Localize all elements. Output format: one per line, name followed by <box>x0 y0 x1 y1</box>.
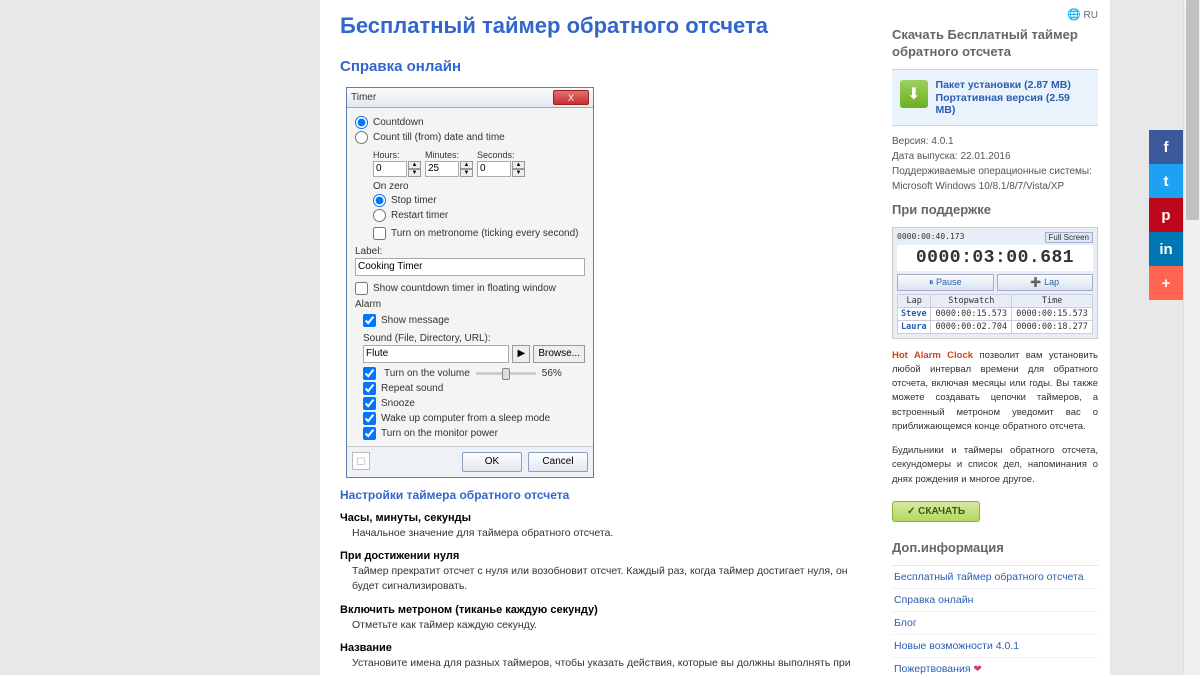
sec-1-h: При достижении нуля <box>340 550 860 562</box>
chk-metronome[interactable]: Turn on metronome (ticking every second) <box>373 227 585 240</box>
sound-label: Sound (File, Directory, URL): <box>363 333 585 344</box>
link-portable[interactable]: Портативная версия (2.59 MB) <box>936 92 1090 116</box>
page-title: Бесплатный таймер обратного отсчета <box>340 12 860 40</box>
sec-2-p: Отметьте как таймер каждую секунду. <box>352 618 860 633</box>
scrollbar[interactable] <box>1183 0 1200 675</box>
link-0[interactable]: Бесплатный таймер обратного отсчета <box>892 566 1098 589</box>
play-button[interactable]: ▶ <box>512 345 530 363</box>
sec-1-p: Таймер прекратит отсчет с нуля или возоб… <box>352 564 860 593</box>
radio-restart[interactable]: Restart timer <box>373 209 585 222</box>
chk-show-msg[interactable]: Show message <box>363 314 585 327</box>
volume-slider[interactable] <box>476 372 536 375</box>
seconds-input[interactable] <box>477 161 511 177</box>
promo-text: Hot Alarm Clock позволит вам установить … <box>892 349 1098 435</box>
pinterest-icon[interactable]: p <box>1149 198 1183 232</box>
sec-up[interactable]: ▲ <box>512 161 525 169</box>
lang-selector[interactable]: 🌐 RU <box>892 8 1098 21</box>
close-icon[interactable]: X <box>553 90 589 105</box>
chk-volume[interactable]: Turn on the volume 56% <box>363 367 585 380</box>
ok-button[interactable]: OK <box>462 452 522 472</box>
time-inputs: Hours: ▲▼ Minutes: ▲▼ Seconds: ▲▼ <box>373 150 585 177</box>
link-2[interactable]: Блог <box>892 612 1098 635</box>
social-bar: f t p in + <box>1149 130 1183 300</box>
label-label: Label: <box>355 246 585 257</box>
sec-3-p: Установите имена для разных таймеров, чт… <box>352 656 860 675</box>
support-heading: При поддержке <box>892 202 1098 219</box>
download-box: ⬇ Пакет установки (2.87 MB) Портативная … <box>892 69 1098 126</box>
stopwatch-preview[interactable]: 0000:00:40.173Full Screen 0000:03:00.681… <box>892 227 1098 339</box>
radio-countdown[interactable]: Countdown <box>355 116 585 129</box>
scrollbar-thumb[interactable] <box>1186 0 1199 220</box>
sec-2-h: Включить метроном (тиканье каждую секунд… <box>340 604 860 616</box>
chk-wake[interactable]: Wake up computer from a sleep mode <box>363 412 585 425</box>
chk-monitor[interactable]: Turn on the monitor power <box>363 427 585 440</box>
promo-text-2: Будильники и таймеры обратного отсчета, … <box>892 444 1098 487</box>
radio-count-till[interactable]: Count till (from) date and time <box>355 131 585 144</box>
min-up[interactable]: ▲ <box>460 161 473 169</box>
sec-0-p: Начальное значение для таймера обратного… <box>352 526 860 541</box>
settings-heading: Настройки таймера обратного отсчета <box>340 488 860 502</box>
sidebar: 🌐 RU Скачать Бесплатный таймер обратного… <box>880 0 1110 675</box>
volume-pct: 56% <box>542 368 562 379</box>
download-button[interactable]: ✓ СКАЧАТЬ <box>892 501 980 522</box>
lap-btn: ➕ Lap <box>997 274 1094 291</box>
download-heading: Скачать Бесплатный таймер обратного отсч… <box>892 27 1098 61</box>
heart-icon: ❤ <box>973 664 981 675</box>
sound-input[interactable] <box>363 345 509 363</box>
radio-stop[interactable]: Stop timer <box>373 194 585 207</box>
download-icon: ⬇ <box>900 80 928 108</box>
cancel-button[interactable]: Cancel <box>528 452 588 472</box>
bookmark-icon[interactable]: ◻ <box>352 452 370 470</box>
sec-3-h: Название <box>340 642 860 654</box>
dialog-title-text: Timer <box>351 92 553 103</box>
meta-info: Версия: 4.0.1 Дата выпуска: 22.01.2016 П… <box>892 134 1098 194</box>
twitter-icon[interactable]: t <box>1149 164 1183 198</box>
chk-snooze[interactable]: Snooze <box>363 397 585 410</box>
globe-icon: 🌐 <box>1067 9 1081 21</box>
hours-down[interactable]: ▼ <box>408 169 421 177</box>
browse-button[interactable]: Browse... <box>533 345 585 363</box>
facebook-icon[interactable]: f <box>1149 130 1183 164</box>
dialog-titlebar: Timer X <box>347 88 593 108</box>
more-info-heading: Доп.информация <box>892 540 1098 557</box>
min-down[interactable]: ▼ <box>460 169 473 177</box>
label-input[interactable] <box>355 258 585 276</box>
chk-floating[interactable]: Show countdown timer in floating window <box>355 282 585 295</box>
linkedin-icon[interactable]: in <box>1149 232 1183 266</box>
on-zero-label: On zero <box>373 181 585 192</box>
timer-dialog: Timer X Countdown Count till (from) date… <box>346 87 594 478</box>
link-installer[interactable]: Пакет установки (2.87 MB) <box>936 79 1090 91</box>
link-list: Бесплатный таймер обратного отсчета Спра… <box>892 565 1098 675</box>
minutes-input[interactable] <box>425 161 459 177</box>
link-1[interactable]: Справка онлайн <box>892 589 1098 612</box>
link-4[interactable]: Пожертвования ❤ <box>892 658 1098 675</box>
pause-btn: ⏸ Pause <box>897 274 994 291</box>
link-3[interactable]: Новые возможности 4.0.1 <box>892 635 1098 658</box>
addthis-icon[interactable]: + <box>1149 266 1183 300</box>
main-content: Бесплатный таймер обратного отсчета Спра… <box>320 0 880 675</box>
chk-repeat[interactable]: Repeat sound <box>363 382 585 395</box>
hours-input[interactable] <box>373 161 407 177</box>
hours-up[interactable]: ▲ <box>408 161 421 169</box>
sec-0-h: Часы, минуты, секунды <box>340 512 860 524</box>
sec-down[interactable]: ▼ <box>512 169 525 177</box>
subtitle: Справка онлайн <box>340 58 860 75</box>
alarm-label: Alarm <box>355 299 585 310</box>
